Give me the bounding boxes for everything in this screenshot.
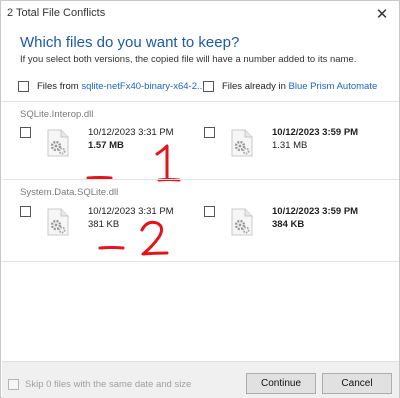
keep-source-checkbox[interactable] bbox=[20, 206, 31, 217]
skip-same-files-option[interactable]: Skip 0 files with the same date and size bbox=[8, 379, 191, 390]
source-folder-link[interactable]: sqlite-netFx40-binary-x64-2... bbox=[81, 81, 205, 92]
destination-label: Files already in bbox=[222, 81, 289, 92]
conflict-file-name: System.Data.SQLite.dll bbox=[20, 187, 119, 198]
destination-file-size: 384 KB bbox=[272, 219, 305, 230]
conflict-file-name: SQLite.Interop.dll bbox=[20, 109, 94, 120]
keep-destination-checkbox[interactable] bbox=[204, 206, 215, 217]
skip-same-files-label: Skip 0 files with the same date and size bbox=[25, 379, 192, 390]
source-label: Files from bbox=[37, 81, 82, 92]
continue-button[interactable]: Continue bbox=[246, 373, 316, 394]
source-file-date: 10/12/2023 3:31 PM bbox=[88, 127, 174, 138]
close-icon: ✕ bbox=[375, 6, 389, 23]
select-all-source-option[interactable]: Files from sqlite-netFx40-binary-x64-2..… bbox=[18, 81, 205, 92]
dialog-subtext: If you select both versions, the copied … bbox=[20, 54, 357, 65]
close-button[interactable]: ✕ bbox=[365, 1, 399, 27]
destination-folder-link[interactable]: Blue Prism Automate bbox=[289, 81, 378, 92]
dialog-heading: Which files do you want to keep? bbox=[20, 34, 240, 51]
destination-file-date: 10/12/2023 3:59 PM bbox=[272, 127, 359, 138]
file-conflict-dialog: 2 Total File Conflicts ✕ Which files do … bbox=[0, 0, 400, 398]
title-bar: 2 Total File Conflicts ✕ bbox=[1, 1, 399, 27]
keep-source-checkbox[interactable] bbox=[20, 127, 31, 138]
divider bbox=[2, 179, 399, 180]
dialog-footer: Skip 0 files with the same date and size… bbox=[2, 361, 399, 398]
file-gear-icon bbox=[231, 129, 253, 157]
keep-destination-checkbox[interactable] bbox=[204, 127, 215, 138]
handwritten-annotation-one bbox=[86, 144, 181, 182]
file-gear-icon bbox=[47, 129, 69, 157]
file-gear-icon bbox=[231, 208, 253, 236]
select-all-destination-checkbox[interactable] bbox=[203, 81, 214, 92]
window-title: 2 Total File Conflicts bbox=[7, 7, 106, 19]
destination-file-size: 1.31 MB bbox=[272, 140, 308, 151]
divider bbox=[2, 261, 399, 262]
divider bbox=[2, 101, 399, 102]
skip-same-files-checkbox[interactable] bbox=[8, 379, 19, 390]
file-gear-icon bbox=[47, 208, 69, 236]
handwritten-annotation-two bbox=[98, 220, 169, 256]
cancel-button[interactable]: Cancel bbox=[322, 373, 392, 394]
destination-file-date: 10/12/2023 3:59 PM bbox=[272, 206, 359, 217]
select-all-destination-option[interactable]: Files already in Blue Prism Automate bbox=[203, 81, 377, 92]
select-all-source-checkbox[interactable] bbox=[18, 81, 29, 92]
